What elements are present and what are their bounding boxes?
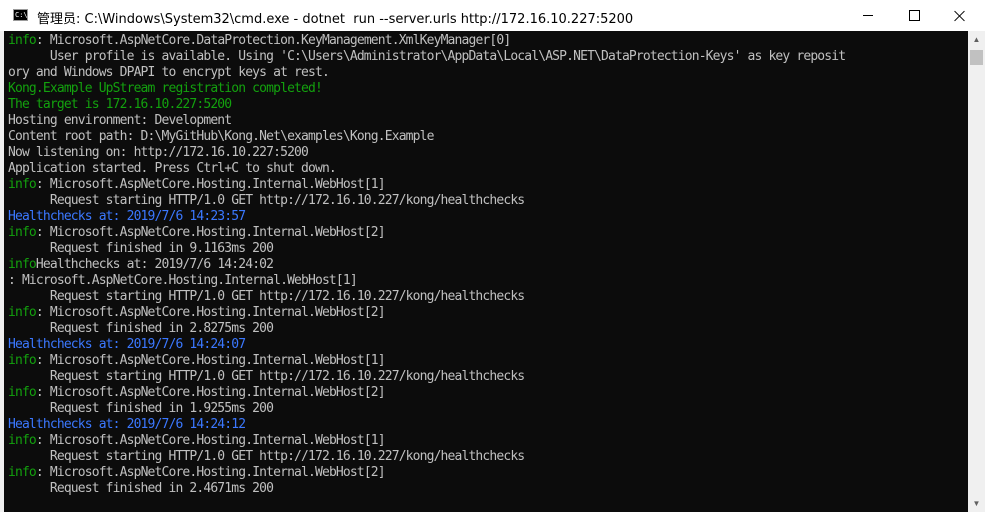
close-icon [954,10,966,22]
console-text-blue: Healthchecks at: 2019/7/6 14:24:12 [8,417,246,432]
console-text-green: info [8,257,37,272]
console-text-green: info [8,465,37,480]
console-text-green: info [8,33,37,48]
console-line: The target is 172.16.10.227:5200 [8,97,845,113]
console-text: : Microsoft.AspNetCore.Hosting.Internal.… [35,305,386,320]
console-line: Request starting HTTP/1.0 GET http://172… [8,369,845,385]
console-text: Request finished in 9.1163ms 200 [8,241,274,256]
console-text-blue: Healthchecks at: 2019/7/6 14:24:07 [8,337,246,352]
console-text: Content root path: D:\MyGitHub\Kong.Net\… [8,129,434,144]
console-line: info: Microsoft.AspNetCore.Hosting.Inter… [8,433,845,449]
console-text: : Microsoft.AspNetCore.Hosting.Internal.… [35,353,386,368]
scroll-down-icon: ▼ [972,499,981,508]
console-text-green: The target is 172.16.10.227:5200 [8,97,232,112]
vertical-scrollbar[interactable]: ▲ ▼ [968,31,985,512]
console-line: info: Microsoft.AspNetCore.Hosting.Inter… [8,177,845,193]
console-line: Request finished in 1.9255ms 200 [8,401,845,417]
console-line: Application started. Press Ctrl+C to shu… [8,161,845,177]
console-text-green: Kong.Example UpStream registration compl… [8,81,323,96]
console-line: Request starting HTTP/1.0 GET http://172… [8,193,845,209]
console-text-blue: Healthchecks at: 2019/7/6 14:23:57 [8,209,246,224]
console-line: Request finished in 2.8275ms 200 [8,321,845,337]
maximize-icon [908,10,920,21]
console-line: info: Microsoft.AspNetCore.Hosting.Inter… [8,465,845,481]
console-line: Hosting environment: Development [8,113,845,129]
console-line: info: Microsoft.AspNetCore.Hosting.Inter… [8,225,845,241]
console-line: infoHealthchecks at: 2019/7/6 14:24:02 [8,257,845,273]
console-line: : Microsoft.AspNetCore.Hosting.Internal.… [8,273,845,289]
console-text: Hosting environment: Development [8,113,232,128]
window-bottom-edge [0,512,993,519]
console-output[interactable]: info: Microsoft.AspNetCore.DataProtectio… [4,31,968,512]
console-line: Request finished in 9.1163ms 200 [8,241,845,257]
console-line: Healthchecks at: 2019/7/6 14:24:12 [8,417,845,433]
cmd-icon: C:\ [13,9,28,21]
scroll-down-button[interactable]: ▼ [968,495,985,512]
console-lines: info: Microsoft.AspNetCore.DataProtectio… [8,33,846,497]
console-text: : Microsoft.AspNetCore.Hosting.Internal.… [35,433,386,448]
console-text: : Microsoft.AspNetCore.Hosting.Internal.… [35,225,386,240]
console-text: Request finished in 2.4671ms 200 [8,481,274,496]
console-text-green: info [8,433,37,448]
close-button[interactable] [937,0,983,31]
console-text: : Microsoft.AspNetCore.Hosting.Internal.… [35,177,386,192]
console-text-green: info [8,385,37,400]
console-text: : Microsoft.AspNetCore.DataProtection.Ke… [35,33,511,48]
console-text: Request finished in 2.8275ms 200 [8,321,274,336]
maximize-button[interactable] [891,0,937,31]
minimize-button[interactable] [845,0,891,31]
console-text: : Microsoft.AspNetCore.Hosting.Internal.… [35,465,386,480]
console-line: info: Microsoft.AspNetCore.Hosting.Inter… [8,305,845,321]
minimize-icon [863,15,873,16]
console-line: Healthchecks at: 2019/7/6 14:24:07 [8,337,845,353]
console-text: Application started. Press Ctrl+C to shu… [8,161,337,176]
console-text: Request finished in 1.9255ms 200 [8,401,274,416]
cmd-window: C:\ 管理员: C:\Windows\System32\cmd.exe - d… [0,0,993,519]
console-line: User profile is available. Using 'C:\Use… [8,49,846,65]
console-line: Request starting HTTP/1.0 GET http://172… [8,289,845,305]
title-bar[interactable]: C:\ 管理员: C:\Windows\System32\cmd.exe - d… [0,0,993,31]
console-text-green: info [8,353,37,368]
console-line: Request starting HTTP/1.0 GET http://172… [8,449,845,465]
console-line: Now listening on: http://172.16.10.227:5… [8,145,845,161]
console-text-green: info [8,225,37,240]
window-title: 管理员: C:\Windows\System32\cmd.exe - dotne… [37,12,634,27]
console-line: Healthchecks at: 2019/7/6 14:23:57 [8,209,845,225]
console-text: ory and Windows DPAPI to encrypt keys at… [8,65,330,80]
console-line: info: Microsoft.AspNetCore.DataProtectio… [8,33,845,49]
console-text: Request starting HTTP/1.0 GET http://172… [8,449,525,464]
scroll-up-icon: ▲ [972,35,981,44]
console-text-green: info [8,305,37,320]
console-line: Kong.Example UpStream registration compl… [8,81,845,97]
scroll-up-button[interactable]: ▲ [968,31,985,48]
console-line: ory and Windows DPAPI to encrypt keys at… [8,65,845,81]
console-text: : Microsoft.AspNetCore.Hosting.Internal.… [35,385,386,400]
console-text: Request starting HTTP/1.0 GET http://172… [8,289,525,304]
console-text: : Microsoft.AspNetCore.Hosting.Internal.… [8,273,358,288]
window-right-edge [985,31,993,519]
console-text: Request starting HTTP/1.0 GET http://172… [8,369,525,384]
scroll-thumb[interactable] [970,50,983,65]
console-line: info: Microsoft.AspNetCore.Hosting.Inter… [8,353,845,369]
console-text: Request starting HTTP/1.0 GET http://172… [8,193,525,208]
console-line: Request finished in 2.4671ms 200 [8,481,845,497]
console-text: User profile is available. Using 'C:\Use… [8,49,846,64]
console-line: Content root path: D:\MyGitHub\Kong.Net\… [8,129,845,145]
console-line: info: Microsoft.AspNetCore.Hosting.Inter… [8,385,845,401]
console-text: Healthchecks at: 2019/7/6 14:24:02 [35,257,274,272]
console-text: Now listening on: http://172.16.10.227:5… [8,145,309,160]
console-text-green: info [8,177,37,192]
